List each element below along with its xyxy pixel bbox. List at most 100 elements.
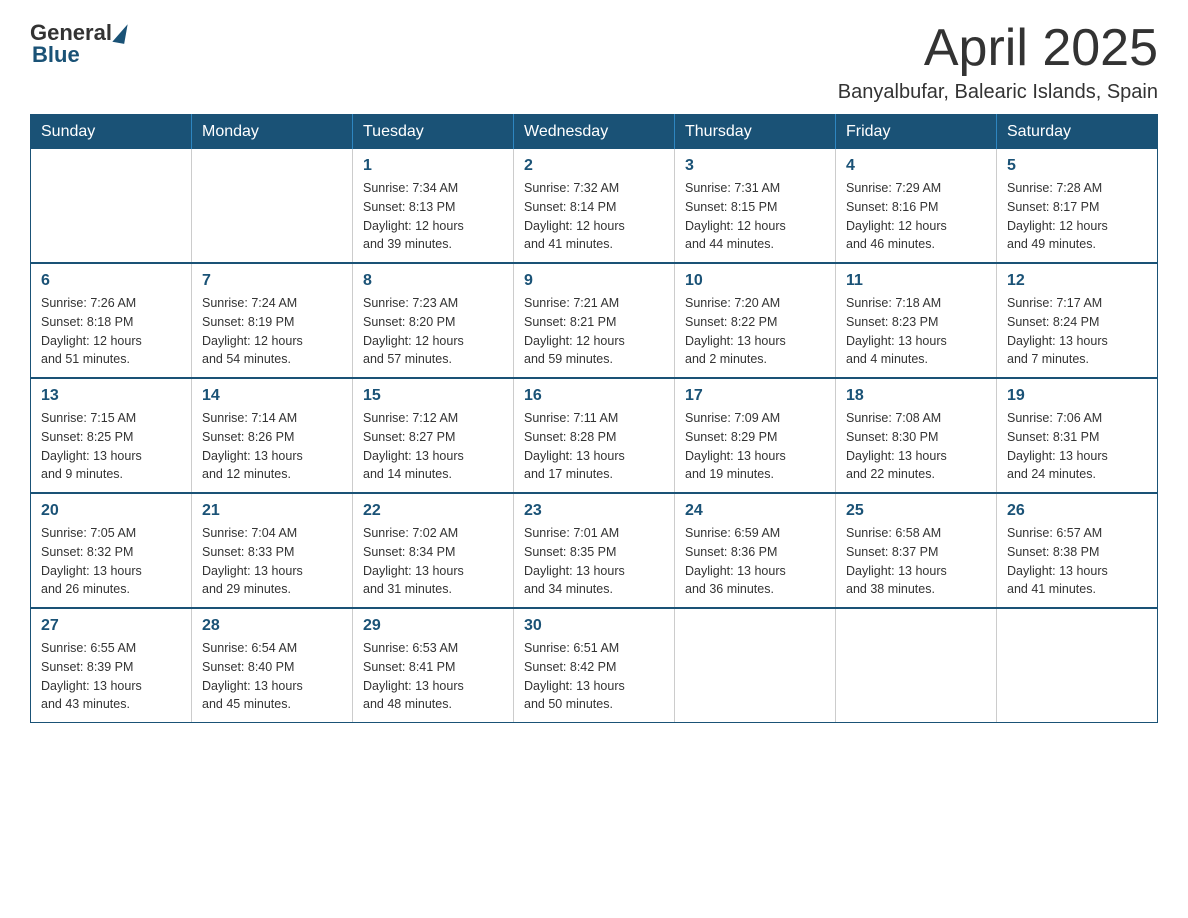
day-number: 8 [363,272,503,290]
day-number: 9 [524,272,664,290]
day-info: Sunrise: 7:12 AMSunset: 8:27 PMDaylight:… [363,409,503,484]
day-info: Sunrise: 6:58 AMSunset: 8:37 PMDaylight:… [846,524,986,599]
location-label: Banyalbufar, Balearic Islands, Spain [838,81,1158,104]
logo-blue-text: Blue [32,42,80,68]
week-row-2: 6 Sunrise: 7:26 AMSunset: 8:18 PMDaylight… [31,263,1158,378]
day-info: Sunrise: 7:28 AMSunset: 8:17 PMDaylight:… [1007,179,1147,254]
day-number: 5 [1007,157,1147,175]
day-number: 18 [846,387,986,405]
day-info: Sunrise: 7:15 AMSunset: 8:25 PMDaylight:… [41,409,181,484]
day-info: Sunrise: 7:17 AMSunset: 8:24 PMDaylight:… [1007,294,1147,369]
calendar-cell: 10Sunrise: 7:20 AMSunset: 8:22 PMDayligh… [675,263,836,378]
calendar-cell: 19 Sunrise: 7:06 AMSunset: 8:31 PMDayligh… [997,378,1158,493]
day-number: 6 [41,272,181,290]
day-number: 15 [363,387,503,405]
day-info: Sunrise: 7:08 AMSunset: 8:30 PMDaylight:… [846,409,986,484]
title-section: April 2025 Banyalbufar, Balearic Islands… [838,20,1158,104]
day-number: 16 [524,387,664,405]
weekday-header-thursday: Thursday [675,115,836,150]
calendar-cell: 29 Sunrise: 6:53 AMSunset: 8:41 PMDayligh… [353,608,514,723]
day-number: 27 [41,617,181,635]
calendar-cell: 9 Sunrise: 7:21 AMSunset: 8:21 PMDaylight… [514,263,675,378]
calendar-cell: 28 Sunrise: 6:54 AMSunset: 8:40 PMDayligh… [192,608,353,723]
calendar-cell: 18 Sunrise: 7:08 AMSunset: 8:30 PMDayligh… [836,378,997,493]
day-number: 22 [363,502,503,520]
page-header: General Blue April 2025 Banyalbufar, Bal… [30,20,1158,104]
weekday-header-monday: Monday [192,115,353,150]
day-number: 10 [685,272,825,290]
calendar-cell: 7 Sunrise: 7:24 AMSunset: 8:19 PMDaylight… [192,263,353,378]
day-info: Sunrise: 7:21 AMSunset: 8:21 PMDaylight:… [524,294,664,369]
calendar-cell: 24Sunrise: 6:59 AMSunset: 8:36 PMDayligh… [675,493,836,608]
calendar-cell: 13 Sunrise: 7:15 AMSunset: 8:25 PMDayligh… [31,378,192,493]
calendar-cell: 22 Sunrise: 7:02 AMSunset: 8:34 PMDayligh… [353,493,514,608]
calendar-cell: 4Sunrise: 7:29 AMSunset: 8:16 PMDaylight… [836,149,997,263]
calendar-cell: 14 Sunrise: 7:14 AMSunset: 8:26 PMDayligh… [192,378,353,493]
day-info: Sunrise: 7:24 AMSunset: 8:19 PMDaylight:… [202,294,342,369]
logo-triangle-icon [112,22,127,44]
day-info: Sunrise: 7:31 AMSunset: 8:15 PMDaylight:… [685,179,825,254]
calendar-cell: 20 Sunrise: 7:05 AMSunset: 8:32 PMDayligh… [31,493,192,608]
day-number: 12 [1007,272,1147,290]
calendar-cell: 1 Sunrise: 7:34 AMSunset: 8:13 PMDaylight… [353,149,514,263]
calendar-cell: 17Sunrise: 7:09 AMSunset: 8:29 PMDayligh… [675,378,836,493]
day-info: Sunrise: 6:54 AMSunset: 8:40 PMDaylight:… [202,639,342,714]
calendar-cell [836,608,997,723]
day-info: Sunrise: 6:55 AMSunset: 8:39 PMDaylight:… [41,639,181,714]
day-number: 11 [846,272,986,290]
day-info: Sunrise: 7:32 AMSunset: 8:14 PMDaylight:… [524,179,664,254]
calendar-cell [31,149,192,263]
week-row-1: 1 Sunrise: 7:34 AMSunset: 8:13 PMDaylight… [31,149,1158,263]
day-number: 7 [202,272,342,290]
day-info: Sunrise: 6:53 AMSunset: 8:41 PMDaylight:… [363,639,503,714]
calendar-cell: 25 Sunrise: 6:58 AMSunset: 8:37 PMDayligh… [836,493,997,608]
weekday-header-wednesday: Wednesday [514,115,675,150]
day-info: Sunrise: 7:26 AMSunset: 8:18 PMDaylight:… [41,294,181,369]
day-info: Sunrise: 7:05 AMSunset: 8:32 PMDaylight:… [41,524,181,599]
calendar-cell: 5 Sunrise: 7:28 AMSunset: 8:17 PMDaylight… [997,149,1158,263]
calendar-cell [997,608,1158,723]
day-number: 29 [363,617,503,635]
calendar-cell: 3Sunrise: 7:31 AMSunset: 8:15 PMDaylight… [675,149,836,263]
weekday-header-sunday: Sunday [31,115,192,150]
day-number: 20 [41,502,181,520]
day-number: 28 [202,617,342,635]
weekday-header-saturday: Saturday [997,115,1158,150]
day-info: Sunrise: 7:23 AMSunset: 8:20 PMDaylight:… [363,294,503,369]
calendar-cell: 30Sunrise: 6:51 AMSunset: 8:42 PMDayligh… [514,608,675,723]
day-number: 17 [685,387,825,405]
month-title: April 2025 [838,20,1158,77]
weekday-header-row: SundayMondayTuesdayWednesdayThursdayFrid… [31,115,1158,150]
weekday-header-tuesday: Tuesday [353,115,514,150]
calendar-cell: 8 Sunrise: 7:23 AMSunset: 8:20 PMDaylight… [353,263,514,378]
day-number: 30 [524,617,664,635]
day-number: 14 [202,387,342,405]
calendar-cell: 2 Sunrise: 7:32 AMSunset: 8:14 PMDaylight… [514,149,675,263]
day-number: 13 [41,387,181,405]
day-info: Sunrise: 7:02 AMSunset: 8:34 PMDaylight:… [363,524,503,599]
calendar-cell: 23Sunrise: 7:01 AMSunset: 8:35 PMDayligh… [514,493,675,608]
day-number: 19 [1007,387,1147,405]
day-info: Sunrise: 7:14 AMSunset: 8:26 PMDaylight:… [202,409,342,484]
day-info: Sunrise: 7:06 AMSunset: 8:31 PMDaylight:… [1007,409,1147,484]
day-number: 1 [363,157,503,175]
calendar-cell [675,608,836,723]
week-row-3: 13 Sunrise: 7:15 AMSunset: 8:25 PMDayligh… [31,378,1158,493]
day-info: Sunrise: 7:18 AMSunset: 8:23 PMDaylight:… [846,294,986,369]
weekday-header-friday: Friday [836,115,997,150]
calendar-cell: 12 Sunrise: 7:17 AMSunset: 8:24 PMDayligh… [997,263,1158,378]
calendar-cell: 15 Sunrise: 7:12 AMSunset: 8:27 PMDayligh… [353,378,514,493]
day-number: 2 [524,157,664,175]
day-number: 26 [1007,502,1147,520]
day-number: 24 [685,502,825,520]
day-info: Sunrise: 7:01 AMSunset: 8:35 PMDaylight:… [524,524,664,599]
calendar-cell: 16 Sunrise: 7:11 AMSunset: 8:28 PMDayligh… [514,378,675,493]
day-info: Sunrise: 7:04 AMSunset: 8:33 PMDaylight:… [202,524,342,599]
day-number: 25 [846,502,986,520]
day-info: Sunrise: 7:11 AMSunset: 8:28 PMDaylight:… [524,409,664,484]
calendar-cell: 27 Sunrise: 6:55 AMSunset: 8:39 PMDayligh… [31,608,192,723]
calendar-table: SundayMondayTuesdayWednesdayThursdayFrid… [30,114,1158,723]
day-info: Sunrise: 6:57 AMSunset: 8:38 PMDaylight:… [1007,524,1147,599]
day-info: Sunrise: 7:34 AMSunset: 8:13 PMDaylight:… [363,179,503,254]
calendar-cell: 26 Sunrise: 6:57 AMSunset: 8:38 PMDayligh… [997,493,1158,608]
